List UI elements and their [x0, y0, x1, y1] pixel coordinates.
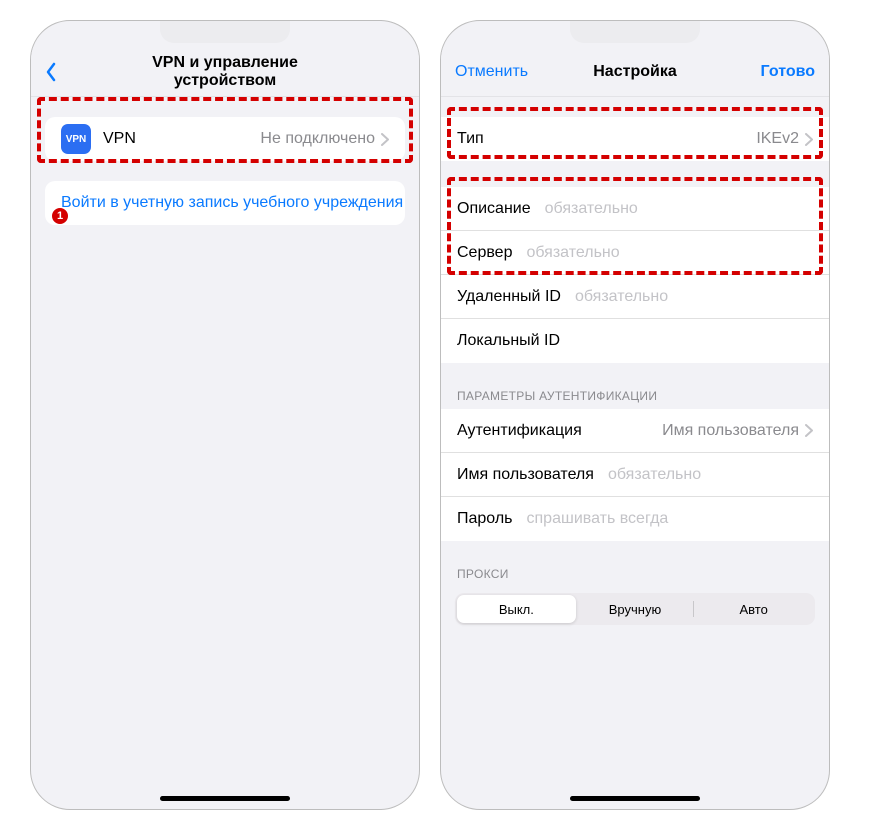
- signin-row[interactable]: Войти в учетную запись учебного учрежден…: [45, 181, 405, 225]
- vpn-group: VPN VPN Не подключено: [45, 117, 405, 161]
- nav-bar: Отменить Настройка Готово: [441, 47, 829, 97]
- home-indicator: [160, 796, 290, 801]
- auth-type-row[interactable]: Аутентификация Имя пользователя: [441, 409, 829, 453]
- auth-group: ПАРАМЕТРЫ АУТЕНТИФИКАЦИИ Аутентификация …: [441, 383, 829, 541]
- proxy-segment-off[interactable]: Выкл.: [457, 595, 576, 623]
- proxy-header: ПРОКСИ: [441, 561, 829, 587]
- type-row[interactable]: Тип IKEv2: [441, 117, 829, 161]
- fields-group: Описание обязательно Сервер обязательно …: [441, 187, 829, 363]
- chevron-right-icon: [805, 133, 813, 146]
- type-label: Тип: [457, 130, 484, 148]
- nav-title: VPN и управление устройством: [125, 54, 325, 90]
- step-badge: 1: [51, 207, 69, 225]
- auth-header: ПАРАМЕТРЫ АУТЕНТИФИКАЦИИ: [441, 383, 829, 409]
- signin-row-label: Войти в учетную запись учебного учрежден…: [61, 193, 405, 214]
- cancel-button[interactable]: Отменить: [455, 63, 528, 81]
- field-local-id[interactable]: Локальный ID: [441, 319, 829, 363]
- field-server[interactable]: Сервер обязательно: [441, 231, 829, 275]
- auth-user-label: Имя пользователя: [457, 466, 594, 484]
- vpn-row[interactable]: VPN VPN Не подключено: [45, 117, 405, 161]
- type-value: IKEv2: [484, 130, 805, 148]
- field-label: Сервер: [457, 244, 512, 262]
- home-indicator: [570, 796, 700, 801]
- proxy-segmented[interactable]: Выкл. Вручную Авто: [455, 593, 815, 625]
- field-placeholder: обязательно: [531, 200, 813, 218]
- proxy-group: ПРОКСИ: [441, 561, 829, 587]
- nav-title: Настройка: [535, 63, 735, 81]
- auth-pass-placeholder: спрашивать всегда: [513, 510, 813, 528]
- notch: [570, 21, 700, 43]
- back-icon[interactable]: [45, 62, 57, 82]
- field-placeholder: обязательно: [561, 288, 813, 306]
- field-label: Описание: [457, 200, 531, 218]
- proxy-segment-auto[interactable]: Авто: [694, 595, 813, 623]
- chevron-right-icon: [381, 133, 389, 146]
- phone-right: Отменить Настройка Готово Тип IKEv2: [440, 20, 830, 810]
- auth-type-label: Аутентификация: [457, 422, 582, 440]
- field-remote-id[interactable]: Удаленный ID обязательно: [441, 275, 829, 319]
- auth-user-placeholder: обязательно: [594, 466, 813, 484]
- phone-left: VPN и управление устройством VPN VPN Не …: [30, 20, 420, 810]
- vpn-row-label: VPN: [103, 130, 136, 148]
- auth-user-row[interactable]: Имя пользователя обязательно: [441, 453, 829, 497]
- field-label: Локальный ID: [457, 332, 560, 350]
- notch: [160, 21, 290, 43]
- proxy-segment-manual[interactable]: Вручную: [576, 595, 695, 623]
- auth-type-value: Имя пользователя: [582, 422, 805, 440]
- done-button[interactable]: Готово: [761, 63, 815, 81]
- nav-bar: VPN и управление устройством: [31, 47, 419, 97]
- vpn-icon: VPN: [61, 124, 91, 154]
- field-placeholder: обязательно: [512, 244, 813, 262]
- vpn-row-value: Не подключено: [136, 130, 381, 148]
- auth-pass-label: Пароль: [457, 510, 513, 528]
- chevron-right-icon: [805, 424, 813, 437]
- type-group: Тип IKEv2: [441, 117, 829, 161]
- signin-group: Войти в учетную запись учебного учрежден…: [45, 181, 405, 225]
- field-description[interactable]: Описание обязательно: [441, 187, 829, 231]
- field-label: Удаленный ID: [457, 288, 561, 306]
- auth-pass-row[interactable]: Пароль спрашивать всегда: [441, 497, 829, 541]
